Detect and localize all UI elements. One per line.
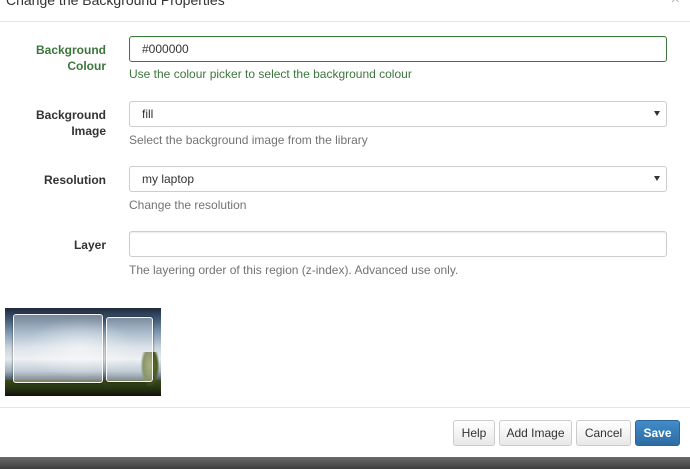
background-properties-modal: Change the Background Properties × Backg… <box>0 0 690 469</box>
background-image-selected: fill <box>142 107 154 121</box>
close-icon[interactable]: × <box>671 0 680 8</box>
layer-help: The layering order of this region (z-ind… <box>129 263 459 277</box>
background-image-label: Background Image <box>35 108 106 138</box>
layer-input[interactable] <box>129 231 667 257</box>
help-button[interactable]: Help <box>453 420 495 446</box>
preview-region-main <box>13 314 103 383</box>
footer-divider <box>0 407 690 408</box>
cancel-button[interactable]: Cancel <box>576 420 631 446</box>
header-divider <box>0 21 690 22</box>
layer-label: Layer <box>73 238 106 252</box>
background-image-select[interactable]: fill <box>129 101 667 127</box>
background-colour-input[interactable]: #000000 <box>129 36 667 62</box>
background-image-help: Select the background image from the lib… <box>129 133 368 147</box>
add-image-button[interactable]: Add Image <box>499 420 572 446</box>
modal-title: Change the Background Properties <box>6 0 225 8</box>
page-backdrop-strip <box>0 457 690 469</box>
caret-down-icon <box>654 111 660 116</box>
layout-preview-thumbnail <box>5 308 161 396</box>
resolution-label: Resolution <box>44 173 106 187</box>
caret-down-icon <box>654 176 660 181</box>
save-button[interactable]: Save <box>635 420 680 446</box>
background-colour-help: Use the colour picker to select the back… <box>129 67 412 81</box>
preview-region-side <box>106 317 153 382</box>
resolution-selected: my laptop <box>142 172 195 186</box>
resolution-help: Change the resolution <box>129 198 247 212</box>
resolution-select[interactable]: my laptop <box>129 166 667 192</box>
background-colour-label: Background Colour <box>35 43 106 73</box>
